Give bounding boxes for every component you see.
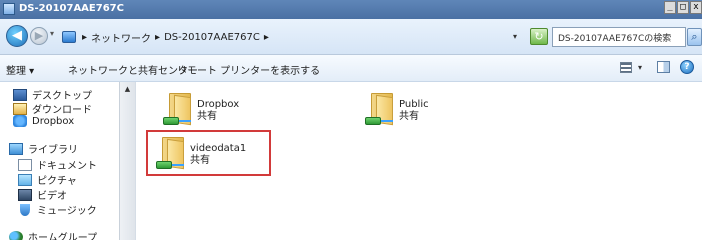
nav-item-label: ホームグループ: [28, 233, 98, 240]
search-icon: ⌕: [691, 30, 698, 43]
nav-item-downloads[interactable]: ダウンロード: [13, 101, 92, 116]
arrow-right-icon: ▶: [34, 29, 44, 42]
folder-name: Dropbox: [197, 99, 240, 110]
nav-item-pictures[interactable]: ピクチャ: [18, 172, 77, 187]
homegroup-icon: [9, 230, 23, 240]
desktop-icon: [13, 88, 27, 101]
breadcrumb-device[interactable]: DS-20107AAE767C: [164, 32, 260, 43]
command-bar: 整理 ▾ ネットワークと共有センター リモート プリンターを表示する ▾ ?: [0, 55, 702, 82]
recent-pages-dropdown[interactable]: ▾: [50, 29, 54, 38]
breadcrumb-separator[interactable]: ▸: [264, 32, 269, 43]
breadcrumb-network[interactable]: ネットワーク: [91, 30, 151, 45]
pane-divider[interactable]: [135, 82, 136, 240]
preview-pane-icon[interactable]: [657, 61, 670, 73]
address-dropdown[interactable]: ▾: [513, 32, 517, 41]
document-icon: [18, 158, 32, 171]
network-icon: [62, 31, 76, 43]
back-button[interactable]: ◀: [6, 25, 28, 47]
nav-item-label: デスクトップ: [32, 91, 92, 102]
nav-item-label: ダウンロード: [32, 105, 92, 116]
library-icon: [9, 142, 23, 155]
forward-button[interactable]: ▶: [30, 27, 48, 45]
picture-icon: [18, 173, 32, 186]
selection-highlight: [146, 130, 271, 176]
nav-item-label: ライブラリ: [28, 145, 78, 156]
organize-menu[interactable]: 整理 ▾: [6, 62, 34, 77]
navigation-scrollbar[interactable]: ▲: [119, 82, 135, 240]
nav-item-homegroup[interactable]: ホームグループ: [9, 229, 97, 240]
nav-item-label: ビデオ: [37, 191, 67, 202]
nav-item-label: ミュージック: [37, 206, 97, 217]
folder-status: 共有: [197, 111, 217, 122]
download-icon: [13, 102, 27, 115]
caption-buttons: _ □ x: [663, 1, 702, 14]
search-button[interactable]: ⌕: [687, 28, 702, 46]
nav-item-dropbox[interactable]: Dropbox: [13, 115, 74, 127]
nav-item-desktop[interactable]: デスクトップ: [13, 87, 92, 102]
remote-printers-button[interactable]: リモート プリンターを表示する: [177, 62, 320, 77]
nav-item-videos[interactable]: ビデオ: [18, 187, 67, 202]
close-button[interactable]: x: [690, 1, 702, 14]
window-title: DS-20107AAE767C: [19, 3, 124, 14]
music-icon: [20, 203, 30, 216]
maximize-button[interactable]: □: [677, 1, 689, 14]
refresh-icon: ↻: [534, 30, 544, 43]
view-options-dropdown[interactable]: ▾: [638, 63, 642, 72]
address-path[interactable]: ▸ ネットワーク ▸ DS-20107AAE767C ▸: [62, 27, 457, 47]
scroll-up-icon[interactable]: ▲: [122, 83, 133, 96]
shared-folder-icon: [365, 93, 393, 126]
search-input[interactable]: DS-20107AAE767Cの検索: [552, 27, 686, 47]
video-icon: [18, 188, 32, 201]
nav-item-documents[interactable]: ドキュメント: [18, 157, 97, 172]
help-icon[interactable]: ?: [680, 60, 694, 74]
navigation-pane[interactable]: デスクトップ ダウンロード Dropbox ライブラリ ドキュメント ピクチャ …: [0, 82, 119, 240]
window-icon: [3, 3, 15, 15]
nav-item-label: Dropbox: [32, 115, 75, 127]
folder-item-dropbox[interactable]: Dropbox 共有: [163, 93, 240, 126]
folder-status: 共有: [399, 111, 419, 122]
dropbox-icon: [13, 115, 27, 127]
nav-item-label: ドキュメント: [37, 161, 97, 172]
shared-folder-icon: [163, 93, 191, 126]
nav-item-libraries[interactable]: ライブラリ: [9, 141, 78, 156]
breadcrumb-separator[interactable]: ▸: [155, 32, 160, 43]
refresh-button[interactable]: ↻: [530, 28, 548, 45]
title-bar[interactable]: DS-20107AAE767C _ □ x: [0, 0, 702, 19]
nav-item-music[interactable]: ミュージック: [18, 202, 97, 217]
folder-item-public[interactable]: Public 共有: [365, 93, 429, 126]
minimize-button[interactable]: _: [664, 1, 676, 14]
nav-item-label: ピクチャ: [37, 176, 77, 187]
arrow-left-icon: ◀: [12, 28, 22, 43]
breadcrumb-separator[interactable]: ▸: [82, 32, 87, 43]
change-view-icon[interactable]: [620, 62, 632, 73]
address-bar: ◀ ▶ ▾ ▸ ネットワーク ▸ DS-20107AAE767C ▸ ▾ ↻ D…: [0, 19, 702, 55]
folder-name: Public: [399, 99, 429, 110]
